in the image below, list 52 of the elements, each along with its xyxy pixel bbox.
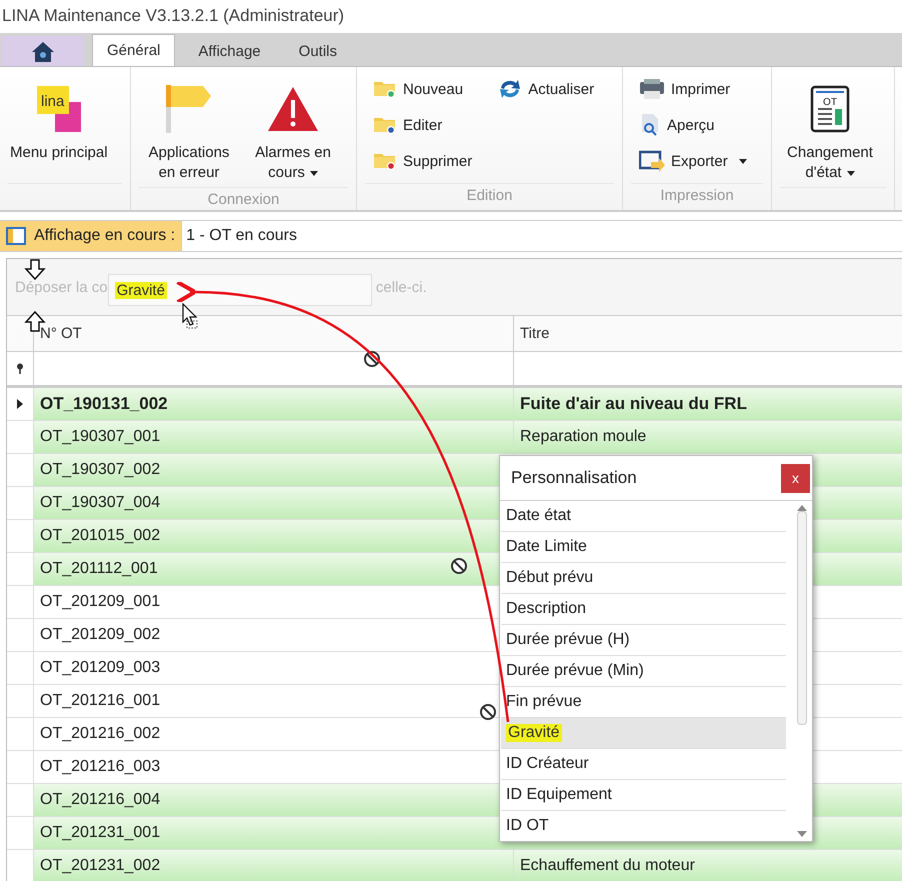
table-cell: Reparation moule (513, 421, 902, 453)
table-cell: OT_201231_002 (33, 850, 513, 881)
ribbon-button[interactable]: Alarmes en cours (241, 71, 345, 187)
document-icon: OT (810, 85, 850, 133)
drop-hint: celle-ci. (376, 278, 427, 296)
ribbon-button[interactable]: Actualiser (494, 71, 598, 107)
table-cell: OT_190307_002 (33, 454, 513, 486)
ribbon-tab[interactable]: Outils (284, 36, 352, 66)
group-label: Connexion (139, 187, 348, 212)
home-tab[interactable] (2, 36, 84, 66)
ribbon-button[interactable]: lina Menu principal (6, 71, 112, 183)
layout-icon (6, 227, 26, 245)
no-drop-icon (450, 557, 468, 575)
drop-hint: Déposer la co (15, 278, 108, 296)
export-icon (639, 150, 665, 172)
ribbon-button[interactable]: Supprimer (369, 143, 476, 179)
table-cell: OT_190131_002 (33, 388, 513, 420)
close-button[interactable]: x (781, 464, 810, 492)
group-label: Impression (631, 183, 763, 210)
folder-icon (373, 115, 397, 135)
scroll-down-icon (797, 831, 807, 837)
ribbon-button[interactable]: Exporter (635, 143, 751, 179)
home-icon (31, 40, 55, 62)
table-cell: OT_190307_001 (33, 421, 513, 453)
pin-icon (16, 362, 24, 374)
refresh-icon (498, 78, 522, 100)
ribbon-button[interactable]: Nouveau (369, 71, 476, 107)
column-header[interactable]: Titre (513, 316, 902, 351)
ribbon-button[interactable]: Imprimer (635, 71, 751, 107)
panel-title: Personnalisation (511, 468, 637, 488)
ribbon-button[interactable]: Editer (369, 107, 476, 143)
group-label: Edition (365, 183, 614, 210)
drag-column-ghost: Gravité (108, 274, 372, 306)
folder-icon (373, 79, 397, 99)
table-cell: Fuite d'air au niveau du FRL (513, 388, 902, 420)
ribbon-tab[interactable]: Affichage (183, 36, 276, 66)
caret-icon (738, 158, 747, 164)
folder-icon (373, 151, 397, 171)
printer-icon (639, 78, 665, 100)
ribbon-button[interactable]: Aperçu (635, 107, 751, 143)
ribbon-tab[interactable]: Général (92, 34, 176, 66)
view-label: Affichage en cours : (34, 227, 176, 245)
ribbon-button[interactable]: Applications en erreur (137, 71, 241, 187)
window-title: LINA Maintenance V3.13.2.1 (Administrateur) (1, 5, 346, 27)
preview-icon (639, 113, 661, 137)
warning-icon (267, 86, 319, 132)
ribbon-button[interactable]: OT Changement d'état (778, 71, 882, 187)
caret-icon (846, 170, 855, 176)
table-cell: Echauffement du moteur (513, 850, 902, 881)
view-field[interactable]: 1 - OT en cours (182, 221, 902, 251)
caret-icon (310, 170, 318, 176)
column-item[interactable]: Gravité (501, 718, 786, 749)
